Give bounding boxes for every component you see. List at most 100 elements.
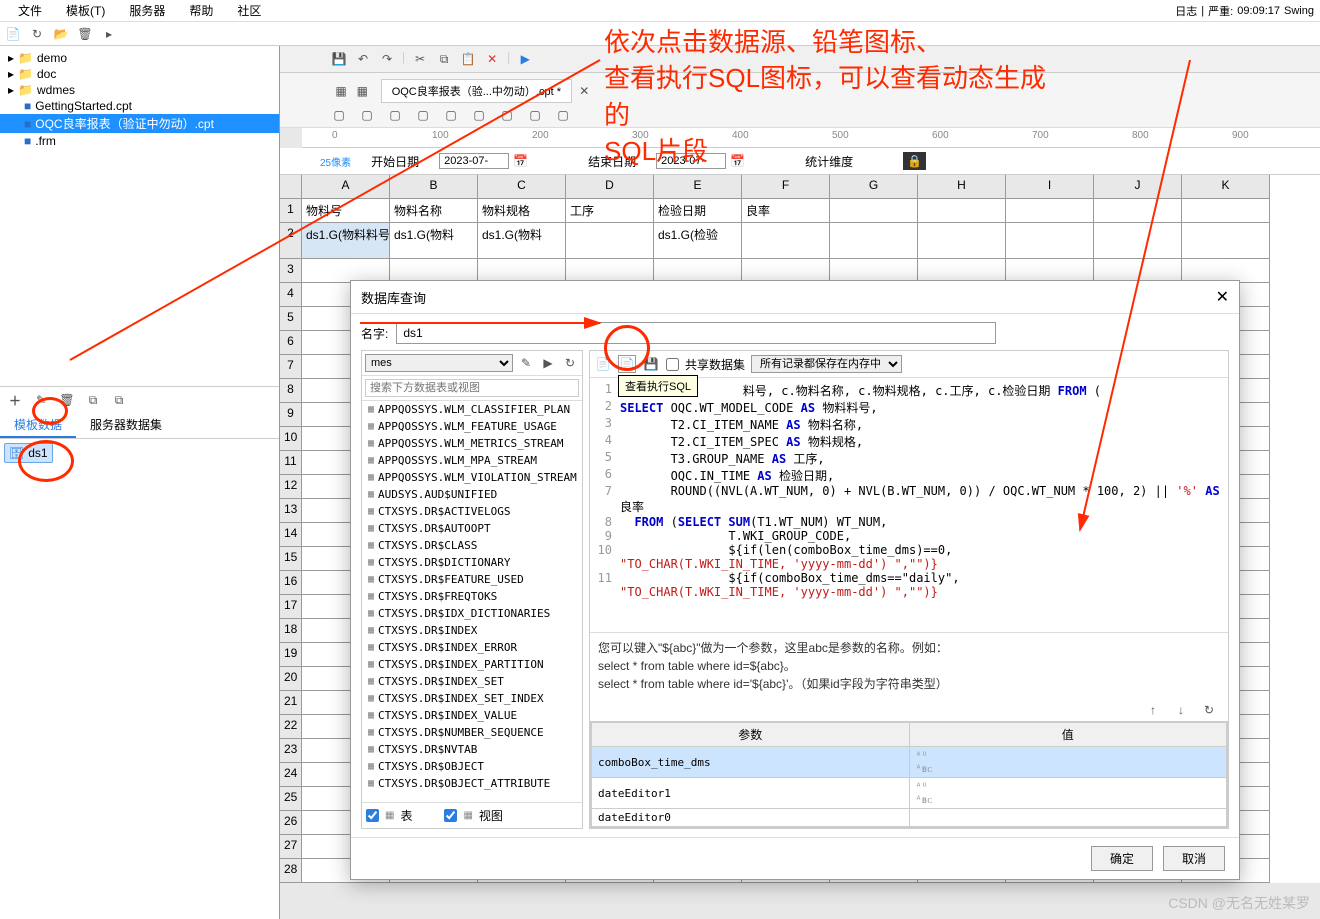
refresh-icon[interactable]: ↻ <box>561 354 579 372</box>
t2-icon[interactable]: ▢ <box>358 106 376 124</box>
folder-open-icon[interactable]: 📂 <box>52 25 70 43</box>
view-sql-icon[interactable]: 📄 <box>618 355 636 373</box>
tree-folder-demo[interactable]: ▸📁demo <box>0 50 279 66</box>
start-date-input[interactable] <box>439 153 509 169</box>
table-row[interactable]: ▦APPQOSSYS.WLM_FEATURE_USAGE <box>362 418 582 435</box>
preview-icon[interactable]: ⧉ <box>110 391 128 409</box>
script-icon[interactable]: 📄 <box>594 355 612 373</box>
refresh-icon[interactable]: ↻ <box>1200 701 1218 719</box>
t8-icon[interactable]: ▢ <box>526 106 544 124</box>
table-row[interactable]: ▦CTXSYS.DR$INDEX_VALUE <box>362 707 582 724</box>
down-icon[interactable]: ↓ <box>1172 701 1190 719</box>
run-icon[interactable]: ▶ <box>539 354 557 372</box>
memory-select[interactable]: 所有记录都保存在内存中 <box>751 355 902 373</box>
t1-icon[interactable]: ▢ <box>330 106 348 124</box>
t4-icon[interactable]: ▢ <box>414 106 432 124</box>
add-icon[interactable]: ＋ <box>6 391 24 409</box>
menu-help[interactable]: 帮助 <box>177 0 225 21</box>
grid-icon[interactable]: ▦ <box>332 82 350 100</box>
edit-conn-icon[interactable]: ✎ <box>517 354 535 372</box>
param-row[interactable]: comboBox_time_dmsᴬᵁᴬʙᴄ <box>592 747 1227 778</box>
tree-file-frm[interactable]: ■.frm <box>0 133 279 149</box>
close-tab-icon[interactable]: ✕ <box>575 82 593 100</box>
doc-tab[interactable]: OQC良率报表（验...中勿动）.cpt * <box>381 79 572 103</box>
grid2-icon[interactable]: ▦ <box>353 82 371 100</box>
sql-editor[interactable]: 1SE 料号, c.物料名称, c.物料规格, c.工序, c.检验日期 FRO… <box>590 378 1228 632</box>
menu-server[interactable]: 服务器 <box>117 0 177 21</box>
table-row[interactable]: ▦CTXSYS.DR$NUMBER_SEQUENCE <box>362 724 582 741</box>
table-row[interactable]: ▦CTXSYS.DR$AUTOOPT <box>362 520 582 537</box>
table-icon: ▦ <box>368 506 374 517</box>
cancel-button[interactable]: 取消 <box>1163 846 1225 871</box>
table-filter-check[interactable] <box>366 809 379 822</box>
expand-icon[interactable]: ▸ <box>100 25 118 43</box>
t5-icon[interactable]: ▢ <box>442 106 460 124</box>
table-row[interactable]: ▦CTXSYS.DR$OBJECT_ATTRIBUTE <box>362 775 582 792</box>
log-link[interactable]: 日志 <box>1175 3 1197 19</box>
tab-template-data[interactable]: 模板数据 <box>0 413 76 438</box>
table-row[interactable]: ▦CTXSYS.DR$NVTAB <box>362 741 582 758</box>
close-icon[interactable]: ✕ <box>483 50 501 68</box>
table-row[interactable]: ▦AUDSYS.AUD$UNIFIED <box>362 486 582 503</box>
table-list[interactable]: ▦APPQOSSYS.WLM_CLASSIFIER_PLAN▦APPQOSSYS… <box>362 401 582 802</box>
tab-server-data[interactable]: 服务器数据集 <box>76 413 176 438</box>
close-icon[interactable]: ✕ <box>1216 287 1229 307</box>
tree-file-oqc[interactable]: ■OQC良率报表（验证中勿动）.cpt <box>0 114 279 133</box>
connection-select[interactable]: mes <box>365 354 513 372</box>
up-icon[interactable]: ↑ <box>1144 701 1162 719</box>
end-date-input[interactable] <box>656 153 726 169</box>
ds-name-input[interactable] <box>396 322 996 344</box>
preview-icon[interactable]: ▶ <box>516 50 534 68</box>
pencil-icon[interactable]: ✎ <box>32 391 50 409</box>
table-row[interactable]: ▦CTXSYS.DR$IDX_DICTIONARIES <box>362 605 582 622</box>
table-row[interactable]: ▦CTXSYS.DR$INDEX_PARTITION <box>362 656 582 673</box>
table-row[interactable]: ▦CTXSYS.DR$INDEX_SET <box>362 673 582 690</box>
trash-icon[interactable]: 🗑 <box>58 391 76 409</box>
tree-folder-doc[interactable]: ▸📁doc <box>0 66 279 82</box>
table-row[interactable]: ▦CTXSYS.DR$CLASS <box>362 537 582 554</box>
copy-icon[interactable]: ⧉ <box>435 50 453 68</box>
table-row[interactable]: ▦CTXSYS.DR$OBJECT <box>362 758 582 775</box>
lock-icon[interactable]: 🔒 <box>903 152 926 170</box>
table-row[interactable]: ▦APPQOSSYS.WLM_VIOLATION_STREAM <box>362 469 582 486</box>
t3-icon[interactable]: ▢ <box>386 106 404 124</box>
table-row[interactable]: ▦APPQOSSYS.WLM_CLASSIFIER_PLAN <box>362 401 582 418</box>
table-row[interactable]: ▦CTXSYS.DR$INDEX_SET_INDEX <box>362 690 582 707</box>
t9-icon[interactable]: ▢ <box>554 106 572 124</box>
save-sql-icon[interactable]: 💾 <box>642 355 660 373</box>
table-row[interactable]: ▦CTXSYS.DR$FEATURE_USED <box>362 571 582 588</box>
share-check[interactable] <box>666 358 679 371</box>
table-row[interactable]: ▦APPQOSSYS.WLM_MPA_STREAM <box>362 452 582 469</box>
table-row[interactable]: ▦APPQOSSYS.WLM_METRICS_STREAM <box>362 435 582 452</box>
cut-icon[interactable]: ✂ <box>411 50 429 68</box>
table-row[interactable]: ▦CTXSYS.DR$INDEX_ERROR <box>362 639 582 656</box>
save-icon[interactable]: 💾 <box>330 50 348 68</box>
table-row[interactable]: ▦CTXSYS.DR$DICTIONARY <box>362 554 582 571</box>
calendar-icon[interactable]: 📅 <box>513 154 528 168</box>
view-filter-check[interactable] <box>444 809 457 822</box>
new-file-icon[interactable]: 📄 <box>4 25 22 43</box>
menu-file[interactable]: 文件 <box>6 0 54 21</box>
refresh-icon[interactable]: ↻ <box>28 25 46 43</box>
table-search-input[interactable] <box>365 379 579 397</box>
table-row[interactable]: ▦CTXSYS.DR$ACTIVELOGS <box>362 503 582 520</box>
table-row[interactable]: ▦CTXSYS.DR$FREQTOKS <box>362 588 582 605</box>
undo-icon[interactable]: ↶ <box>354 50 372 68</box>
delete-icon[interactable]: 🗑 <box>76 25 94 43</box>
tree-folder-wdmes[interactable]: ▸📁wdmes <box>0 82 279 98</box>
copy-icon[interactable]: ⧉ <box>84 391 102 409</box>
table-row[interactable]: ▦CTXSYS.DR$INDEX <box>362 622 582 639</box>
param-row[interactable]: dateEditor1ᴬᵁᴬʙᴄ <box>592 778 1227 809</box>
ok-button[interactable]: 确定 <box>1091 846 1153 871</box>
ds-item-ds1[interactable]: 🗄 ds1 <box>4 443 53 463</box>
paste-icon[interactable]: 📋 <box>459 50 477 68</box>
t7-icon[interactable]: ▢ <box>498 106 516 124</box>
menu-community[interactable]: 社区 <box>225 0 273 21</box>
calendar-icon[interactable]: 📅 <box>730 154 745 168</box>
t6-icon[interactable]: ▢ <box>470 106 488 124</box>
menu-template[interactable]: 模板(T) <box>54 0 117 21</box>
param-row[interactable]: dateEditor0 <box>592 809 1227 827</box>
tree-file-gettingstarted[interactable]: ■GettingStarted.cpt <box>0 98 279 114</box>
file-icon: ■ <box>24 99 31 113</box>
redo-icon[interactable]: ↷ <box>378 50 396 68</box>
